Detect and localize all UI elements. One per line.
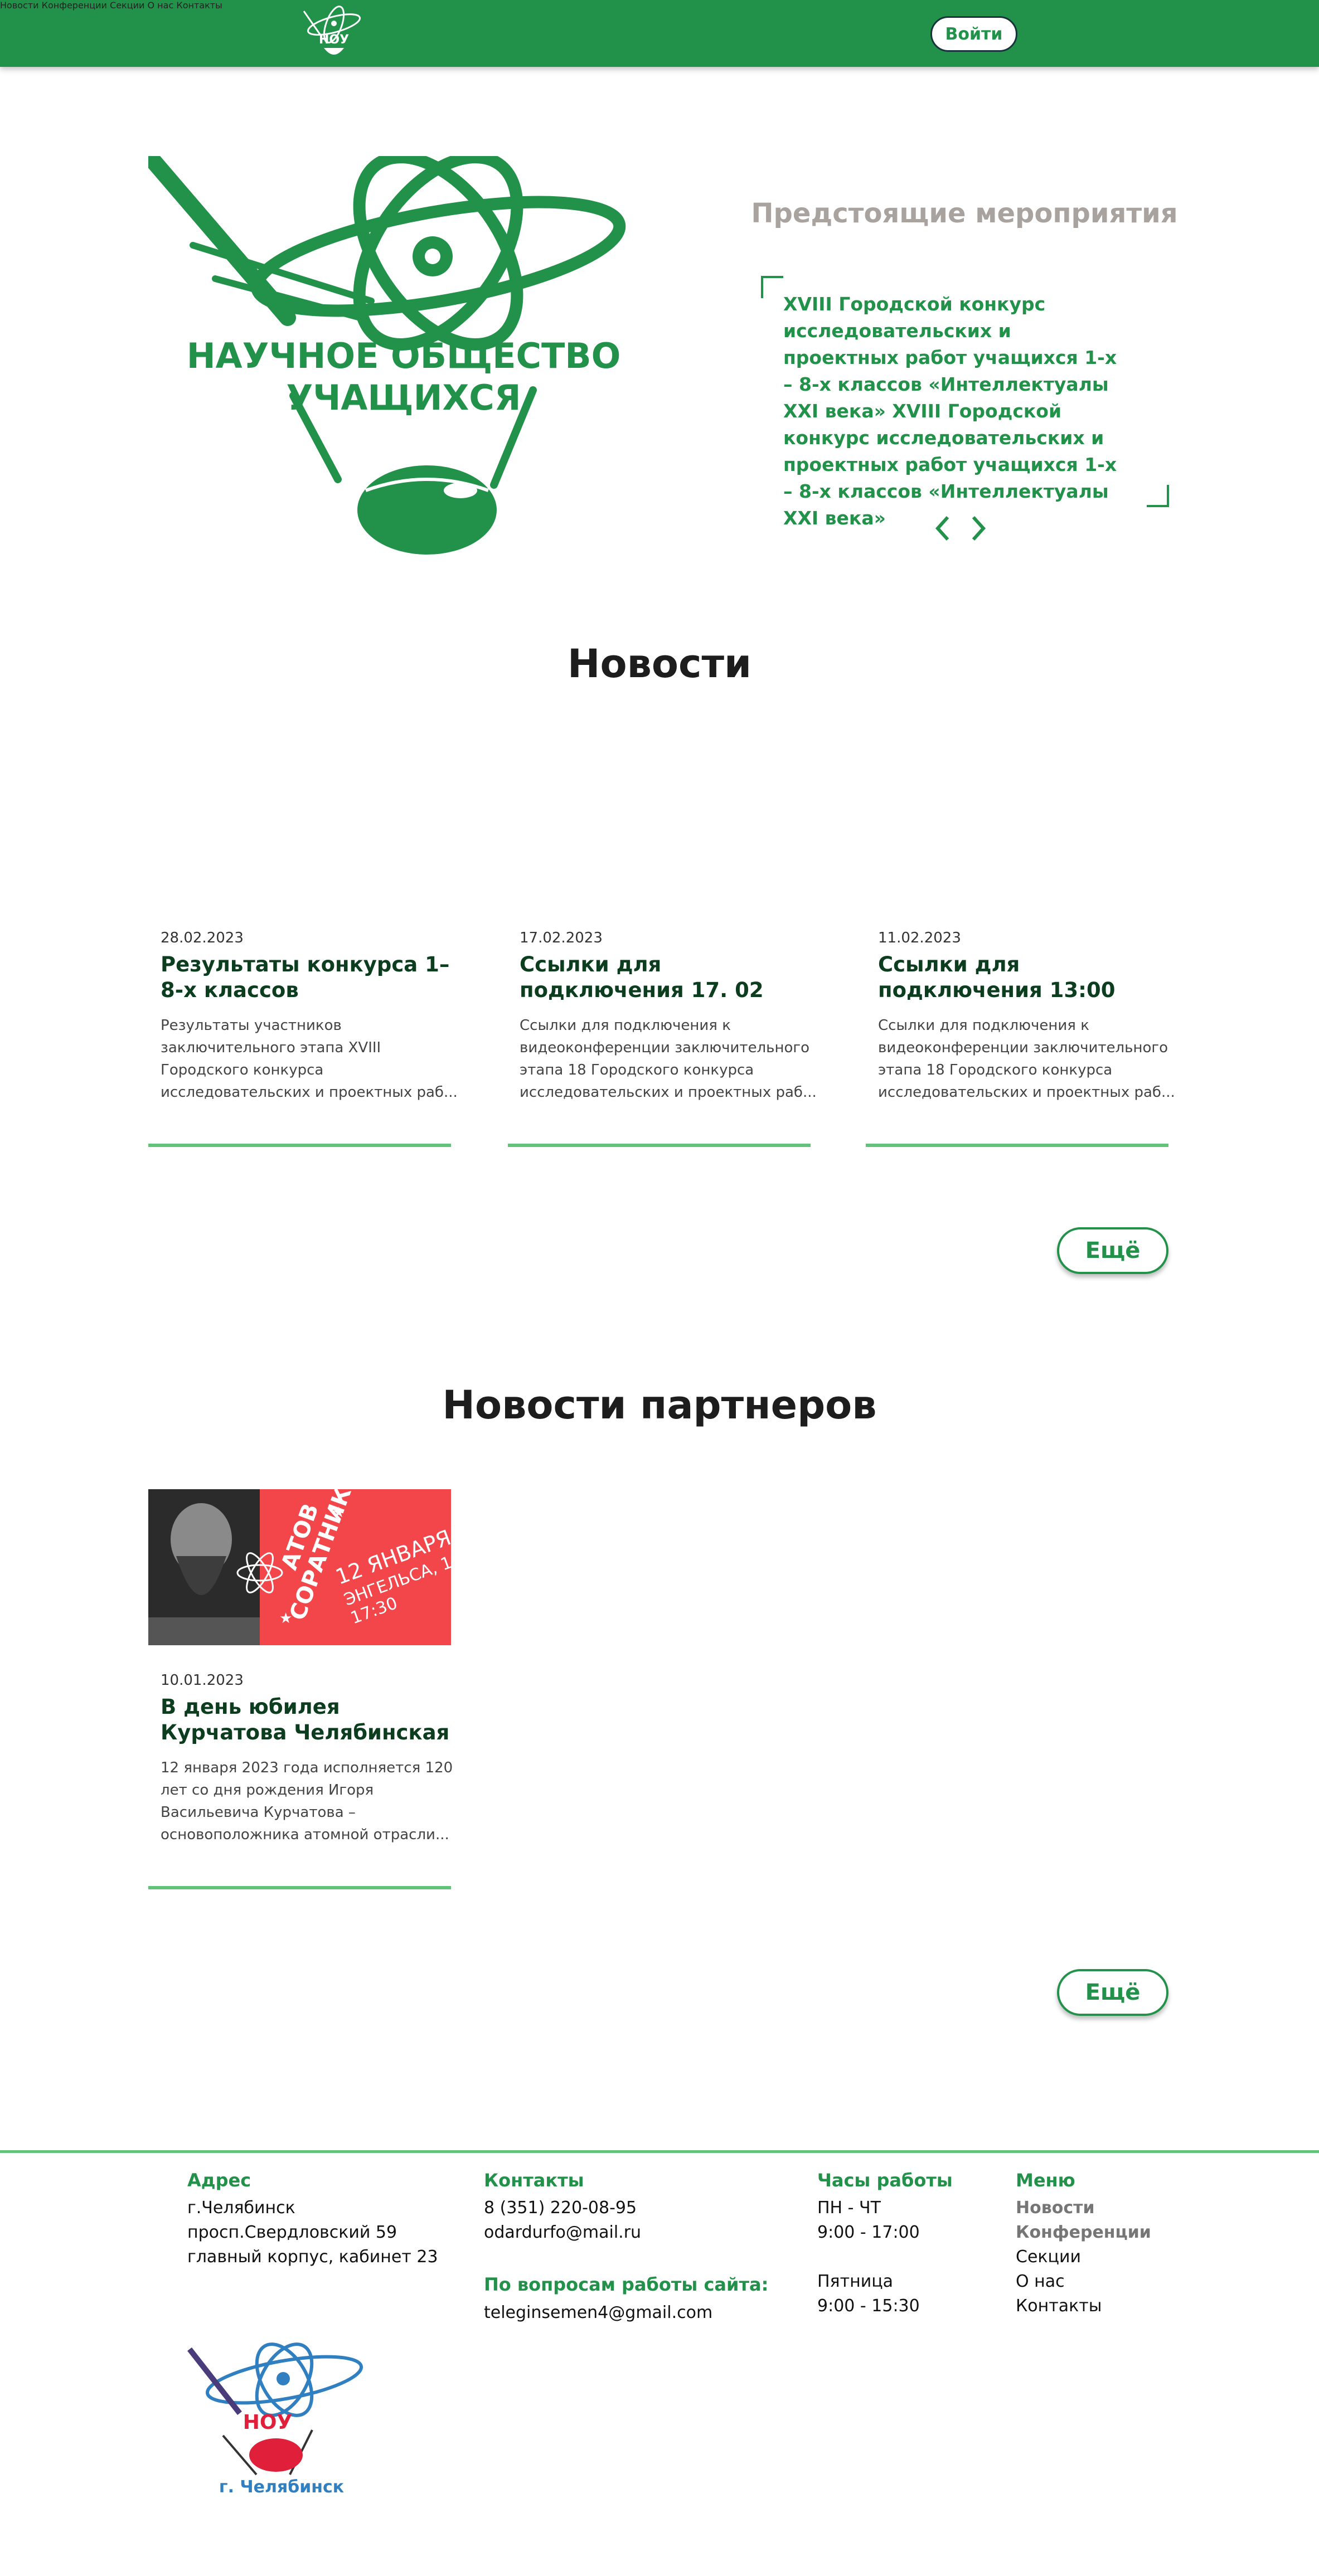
card-divider (148, 1144, 451, 1147)
nav-about[interactable]: О нас (148, 0, 174, 11)
address-line: главный корпус, кабинет 23 (187, 2247, 438, 2267)
card-divider (148, 1886, 451, 1889)
upcoming-event-text[interactable]: XVIII Городской конкурс исследовательски… (783, 291, 1129, 532)
news-date: 17.02.2023 (520, 930, 603, 946)
hours-line: Пятница (817, 2272, 893, 2291)
hours-line: 9:00 - 15:30 (817, 2296, 920, 2316)
footer-address: г.Челябинск просп.Свердловский 59 главны… (187, 2196, 438, 2269)
chevron-left-icon[interactable] (931, 512, 953, 545)
footer-site-heading: По вопросам работы сайта: (484, 2274, 769, 2295)
nav-news[interactable]: Новости (0, 0, 39, 11)
footer-logo: НОУ г. Челябинск (187, 2342, 363, 2497)
news-description: Результаты участников заключительного эт… (161, 1017, 458, 1101)
news-date: 10.01.2023 (161, 1672, 244, 1689)
footer-menu-contacts[interactable]: Контакты (1016, 2294, 1151, 2319)
news-title[interactable]: В день юбилея Курчатова Челябинская обла… (161, 1694, 463, 1746)
footer-contacts-heading: Контакты (484, 2170, 584, 2191)
footer-menu: Новости Конференции Секции О нас Контакт… (1016, 2196, 1151, 2319)
footer-address-heading: Адрес (187, 2170, 251, 2191)
chevron-right-icon[interactable] (968, 512, 990, 545)
nav-contacts[interactable]: Контакты (176, 0, 222, 11)
footer-divider (0, 2150, 1319, 2153)
partners-more-button[interactable]: Ещё (1057, 1969, 1168, 2016)
svg-text:НАУЧНОЕ ОБЩЕСТВО: НАУЧНОЕ ОБЩЕСТВО (187, 336, 621, 376)
news-date: 11.02.2023 (878, 930, 961, 946)
footer-hours-heading: Часы работы (817, 2170, 953, 2191)
nav-conferences[interactable]: Конференции (42, 0, 107, 11)
partner-news-image[interactable]: ★ ★ СОРАТНИКИ АТОВ 12 ЯНВАРЯ ЭНГЕЛЬСА, 1… (148, 1489, 451, 1645)
news-description: Ссылки для подключения к видеоконференци… (878, 1017, 1175, 1101)
footer-phone[interactable]: 8 (351) 220-08-95 (484, 2196, 641, 2220)
card-divider (508, 1144, 811, 1147)
address-line: просп.Свердловский 59 (187, 2223, 397, 2242)
footer-site-email[interactable]: teleginsemen4@gmail.com (484, 2301, 712, 2325)
partner-news-card[interactable]: 10.01.2023 В день юбилея Курчатова Челяб… (161, 1672, 463, 1846)
news-title[interactable]: Ссылки для подключения 13:00 (секции 23 … (878, 952, 1181, 1003)
address-line: г.Челябинск (187, 2198, 295, 2218)
svg-text:УЧАЩИХСЯ: УЧАЩИХСЯ (286, 377, 521, 418)
footer-menu-conferences[interactable]: Конференции (1016, 2220, 1151, 2245)
nav-sections[interactable]: Секции (110, 0, 144, 11)
bracket-decoration (761, 276, 783, 298)
login-button[interactable]: Войти (930, 16, 1017, 52)
news-title[interactable]: Результаты конкурса 1–8-х классов «Интел… (161, 952, 463, 1003)
svg-text:НОУ: НОУ (243, 2411, 293, 2434)
bracket-decoration (1147, 485, 1169, 507)
top-navbar: НОУ Новости Конференции Секции О нас Кон… (0, 0, 1319, 67)
hours-line (817, 2245, 920, 2269)
footer-email[interactable]: odardurfo@mail.ru (484, 2220, 641, 2245)
partners-section-title: Новости партнеров (442, 1382, 877, 1428)
hours-line: 9:00 - 17:00 (817, 2223, 920, 2242)
news-card[interactable]: 28.02.2023 Результаты конкурса 1–8-х кла… (161, 930, 463, 1104)
card-divider (866, 1144, 1168, 1147)
news-title[interactable]: Ссылки для подключения 17. 02 10:00 (сек… (520, 952, 822, 1003)
news-description: 12 января 2023 года исполняется 120 лет … (161, 1760, 453, 1843)
footer-menu-about[interactable]: О нас (1016, 2269, 1151, 2294)
news-more-button[interactable]: Ещё (1057, 1227, 1168, 1274)
svg-text:НОУ: НОУ (319, 33, 349, 47)
hero-logo-illustration: НАУЧНОЕ ОБЩЕСТВО УЧАЩИХСЯ (148, 156, 626, 555)
footer-contacts: 8 (351) 220-08-95 odardurfo@mail.ru (484, 2196, 641, 2245)
footer-menu-sections[interactable]: Секции (1016, 2245, 1151, 2269)
news-description: Ссылки для подключения к видеоконференци… (520, 1017, 817, 1101)
news-card[interactable]: 11.02.2023 Ссылки для подключения 13:00 … (878, 930, 1181, 1104)
hours-line: ПН - ЧТ (817, 2198, 881, 2218)
footer-menu-news[interactable]: Новости (1016, 2196, 1151, 2220)
footer-menu-heading: Меню (1016, 2170, 1075, 2191)
footer-hours: ПН - ЧТ 9:00 - 17:00 Пятница 9:00 - 15:3… (817, 2196, 920, 2319)
news-section-title: Новости (567, 641, 752, 687)
upcoming-events-title: Предстоящие мероприятия (751, 198, 1178, 229)
news-card[interactable]: 17.02.2023 Ссылки для подключения 17. 02… (520, 930, 822, 1104)
svg-text:г. Челябинск: г. Челябинск (219, 2477, 344, 2497)
nou-logo[interactable]: НОУ (299, 3, 368, 64)
news-date: 28.02.2023 (161, 930, 244, 946)
